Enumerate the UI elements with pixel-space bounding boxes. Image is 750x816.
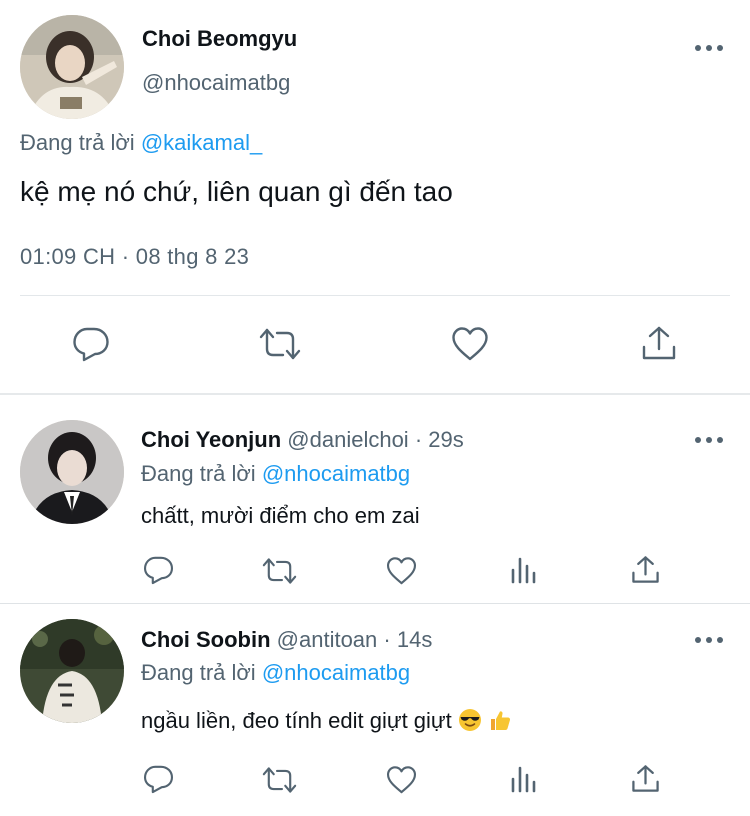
- like-icon[interactable]: [386, 765, 417, 794]
- reply-mention-link[interactable]: @kaikamal_: [141, 130, 262, 155]
- avatar-photo: [20, 420, 124, 524]
- like-icon[interactable]: [386, 556, 417, 585]
- tweet-text: kệ mẹ nó chứ, liên quan gì đến tao: [20, 176, 453, 207]
- reply-tweet[interactable]: Choi Yeonjun @danielchoi · 29s Đang trả …: [0, 395, 750, 603]
- avatar[interactable]: [20, 15, 124, 119]
- author-handle[interactable]: @danielchoi: [287, 427, 408, 452]
- author-name[interactable]: Choi Beomgyu: [142, 26, 297, 52]
- analytics-icon[interactable]: [510, 765, 538, 793]
- reply-tweet[interactable]: Choi Soobin @antitoan · 14s Đang trả lời…: [0, 604, 750, 816]
- avatar[interactable]: [20, 420, 124, 524]
- reply-icon[interactable]: [72, 326, 110, 362]
- retweet-icon[interactable]: [258, 327, 302, 361]
- author-handle[interactable]: @nhocaimatbg: [142, 70, 290, 96]
- author-name[interactable]: Choi Soobin: [141, 627, 271, 652]
- tweet-text-content: ngầu liền, đeo tính edit giựt giựt: [141, 708, 452, 733]
- tweet-text: ngầu liền, đeo tính edit giựt giựt: [141, 708, 512, 738]
- share-icon[interactable]: [641, 325, 677, 361]
- divider: [20, 295, 730, 296]
- more-options-icon[interactable]: [694, 635, 724, 645]
- tweet-timestamp[interactable]: 01:09 CH · 08 thg 8 23: [20, 244, 249, 270]
- reply-time[interactable]: · 14s: [383, 627, 432, 652]
- share-icon[interactable]: [631, 555, 660, 584]
- reply-prefix: Đang trả lời: [141, 461, 256, 486]
- reply-prefix: Đang trả lời: [141, 660, 256, 685]
- reply-icon[interactable]: [143, 764, 174, 794]
- reply-mention-link[interactable]: @nhocaimatbg: [262, 660, 410, 685]
- retweet-icon[interactable]: [261, 557, 298, 585]
- avatar-photo: [20, 15, 124, 119]
- author-name[interactable]: Choi Yeonjun: [141, 427, 281, 452]
- reply-header: Choi Soobin @antitoan · 14s: [141, 627, 432, 653]
- more-options-icon[interactable]: [694, 435, 724, 445]
- reply-icon[interactable]: [143, 555, 174, 585]
- reply-context: Đang trả lời @kaikamal_: [20, 130, 262, 156]
- more-options-icon[interactable]: [694, 43, 724, 53]
- main-tweet: Choi Beomgyu @nhocaimatbg Đang trả lời @…: [0, 0, 750, 393]
- share-icon[interactable]: [631, 764, 660, 793]
- reply-mention-link[interactable]: @nhocaimatbg: [262, 461, 410, 486]
- tweet-text: chấtt, mười điểm cho em zai: [141, 503, 420, 529]
- retweet-icon[interactable]: [261, 766, 298, 794]
- avatar-photo: [20, 619, 124, 723]
- analytics-icon[interactable]: [510, 556, 538, 584]
- like-icon[interactable]: [451, 326, 489, 361]
- tweet-text-content: chấtt, mười điểm cho em zai: [141, 503, 420, 528]
- reply-context: Đang trả lời @nhocaimatbg: [141, 660, 410, 686]
- reply-time[interactable]: · 29s: [415, 427, 464, 452]
- smiling-face-with-sunglasses-icon: [458, 708, 482, 738]
- reply-prefix: Đang trả lời: [20, 130, 135, 155]
- thumbs-up-icon: [488, 708, 512, 738]
- reply-header: Choi Yeonjun @danielchoi · 29s: [141, 427, 464, 453]
- avatar[interactable]: [20, 619, 124, 723]
- reply-context: Đang trả lời @nhocaimatbg: [141, 461, 410, 487]
- author-handle[interactable]: @antitoan: [277, 627, 378, 652]
